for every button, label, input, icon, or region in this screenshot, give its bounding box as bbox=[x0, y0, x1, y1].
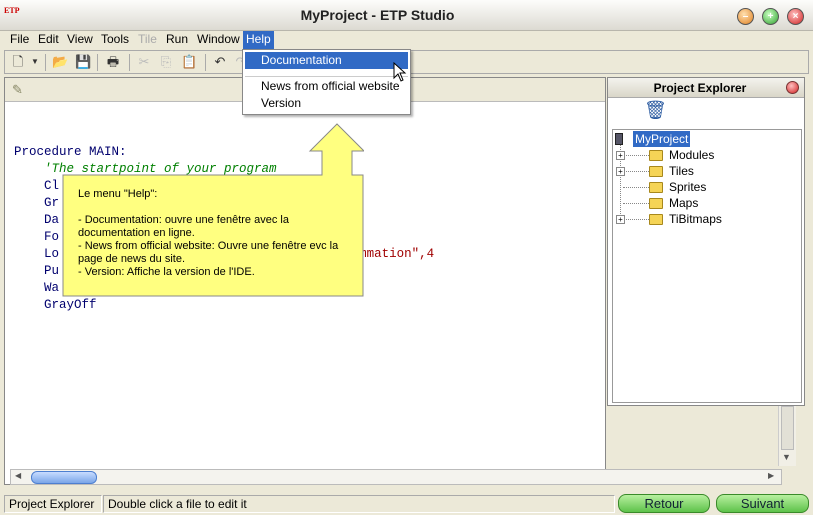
copy-icon[interactable]: ⎘ bbox=[158, 54, 174, 70]
editor-file-icon[interactable]: ✎ bbox=[12, 82, 23, 98]
next-button[interactable]: Suivant bbox=[716, 494, 809, 513]
code-token: Gr bbox=[14, 196, 60, 210]
menu-item-version[interactable]: Version bbox=[245, 95, 408, 112]
scroll-left-icon[interactable]: ◀ bbox=[15, 471, 21, 480]
tree-item-label: Tiles bbox=[669, 164, 694, 178]
tree-item-label: Maps bbox=[669, 196, 699, 210]
project-tree: MyProject + Modules + Tiles Sprites Maps + TiBi… bbox=[612, 129, 802, 403]
horizontal-scrollbar[interactable]: ◀ ▶ bbox=[10, 469, 782, 485]
tree-root[interactable]: MyProject bbox=[615, 131, 795, 147]
code-token: Fo bbox=[14, 230, 60, 244]
tree-item[interactable]: + Tiles bbox=[615, 163, 795, 179]
close-button[interactable]: × bbox=[787, 8, 804, 25]
print-icon[interactable]: 🖶 bbox=[105, 54, 121, 70]
scroll-down-icon[interactable]: ▼ bbox=[782, 452, 791, 462]
menu-item-news[interactable]: News from official website bbox=[245, 78, 408, 95]
new-file-icon[interactable]: 🗋 bbox=[10, 54, 26, 70]
tree-item-label: Modules bbox=[669, 148, 715, 162]
folder-icon bbox=[649, 150, 663, 161]
explorer-close-icon[interactable] bbox=[786, 81, 799, 94]
maximize-button[interactable]: + bbox=[762, 8, 779, 25]
code-line: Da bbox=[14, 212, 59, 229]
close-icon: × bbox=[792, 11, 799, 22]
callout-line: - Documentation: ouvre une fenêtre avec … bbox=[78, 214, 293, 239]
window-title: MyProject - ETP Studio bbox=[300, 7, 455, 23]
callout-blank bbox=[78, 201, 358, 214]
code-token: Wa bbox=[14, 281, 60, 295]
tree-item[interactable]: + TiBitmaps bbox=[615, 211, 795, 227]
folder-icon bbox=[649, 166, 663, 177]
code-token: GrayOff bbox=[14, 298, 97, 312]
calculator-icon bbox=[615, 133, 623, 145]
callout-line: - News from official website: Ouvre une … bbox=[78, 240, 342, 265]
project-explorer-panel: Project Explorer 🗑 MyProject + Modules + Ti… bbox=[607, 77, 805, 406]
tree-item[interactable]: + Modules bbox=[615, 147, 795, 163]
folder-icon bbox=[649, 182, 663, 193]
code-line: GrayOff bbox=[14, 297, 97, 314]
tree-item[interactable]: Maps bbox=[615, 195, 795, 211]
trash-icon[interactable]: 🗑 bbox=[644, 100, 667, 124]
expand-icon[interactable]: + bbox=[616, 151, 625, 160]
menu-view[interactable]: View bbox=[64, 31, 96, 49]
maximize-icon: + bbox=[767, 11, 774, 22]
tree-item-label: Sprites bbox=[669, 180, 707, 194]
chevron-down-icon[interactable]: ▼ bbox=[27, 54, 43, 70]
folder-icon bbox=[649, 198, 663, 209]
menu-bar: File Edit View Tools Tile Run Window Hel… bbox=[0, 31, 813, 49]
code-line: Wa bbox=[14, 280, 59, 297]
status-left: Project Explorer bbox=[4, 495, 102, 513]
scrollbar-thumb[interactable] bbox=[781, 406, 794, 450]
back-button[interactable]: Retour bbox=[618, 494, 710, 513]
code-line: Fo bbox=[14, 229, 59, 246]
menu-file[interactable]: File bbox=[7, 31, 32, 49]
undo-icon[interactable]: ↶ bbox=[212, 54, 228, 70]
code-token: ,4 bbox=[419, 247, 435, 261]
expand-icon[interactable]: + bbox=[616, 167, 625, 176]
title-bar: ETP MyProject - ETP Studio – + × bbox=[0, 0, 813, 31]
code-token: Lo bbox=[14, 247, 60, 261]
folder-icon bbox=[649, 214, 663, 225]
minimize-icon: – bbox=[742, 11, 749, 22]
menu-run[interactable]: Run bbox=[163, 31, 191, 49]
code-token: Da bbox=[14, 213, 60, 227]
code-token: Cl bbox=[14, 179, 60, 193]
callout-text: Le menu "Help": - Documentation: ouvre u… bbox=[78, 188, 358, 279]
open-folder-icon[interactable]: 📂 bbox=[52, 54, 68, 70]
menu-help[interactable]: Help bbox=[243, 31, 274, 49]
code-line: Pu bbox=[14, 263, 59, 280]
code-line: Gr bbox=[14, 195, 59, 212]
menu-separator bbox=[245, 76, 408, 77]
menu-tools[interactable]: Tools bbox=[98, 31, 132, 49]
menu-tile[interactable]: Tile bbox=[135, 31, 160, 49]
tree-root-label: MyProject bbox=[633, 131, 691, 147]
save-icon[interactable]: 💾 bbox=[75, 54, 91, 70]
menu-item-documentation[interactable]: Documentation bbox=[245, 52, 408, 69]
callout-heading: Le menu "Help": bbox=[78, 188, 158, 200]
paste-icon[interactable]: 📋 bbox=[181, 54, 197, 70]
cut-icon[interactable]: ✂ bbox=[136, 54, 152, 70]
callout-line: - Version: Affiche la version de l'IDE. bbox=[78, 266, 255, 278]
menu-edit[interactable]: Edit bbox=[35, 31, 62, 49]
status-right: Double click a file to edit it bbox=[103, 495, 615, 513]
code-line: Cl bbox=[14, 178, 59, 195]
scroll-right-icon[interactable]: ▶ bbox=[768, 471, 774, 480]
explorer-header: Project Explorer bbox=[608, 78, 804, 98]
minimize-button[interactable]: – bbox=[737, 8, 754, 25]
vertical-scrollbar[interactable]: ▼ bbox=[778, 406, 796, 466]
tree-item-label: TiBitmaps bbox=[669, 212, 722, 226]
explorer-title: Project Explorer bbox=[653, 81, 747, 95]
code-token: Pu bbox=[14, 264, 60, 278]
menu-window[interactable]: Window bbox=[194, 31, 243, 49]
tree-item[interactable]: Sprites bbox=[615, 179, 795, 195]
help-dropdown-menu: Documentation News from official website… bbox=[242, 49, 411, 115]
scrollbar-thumb[interactable] bbox=[31, 471, 97, 484]
mouse-cursor-icon bbox=[393, 62, 407, 82]
expand-icon[interactable]: + bbox=[616, 215, 625, 224]
